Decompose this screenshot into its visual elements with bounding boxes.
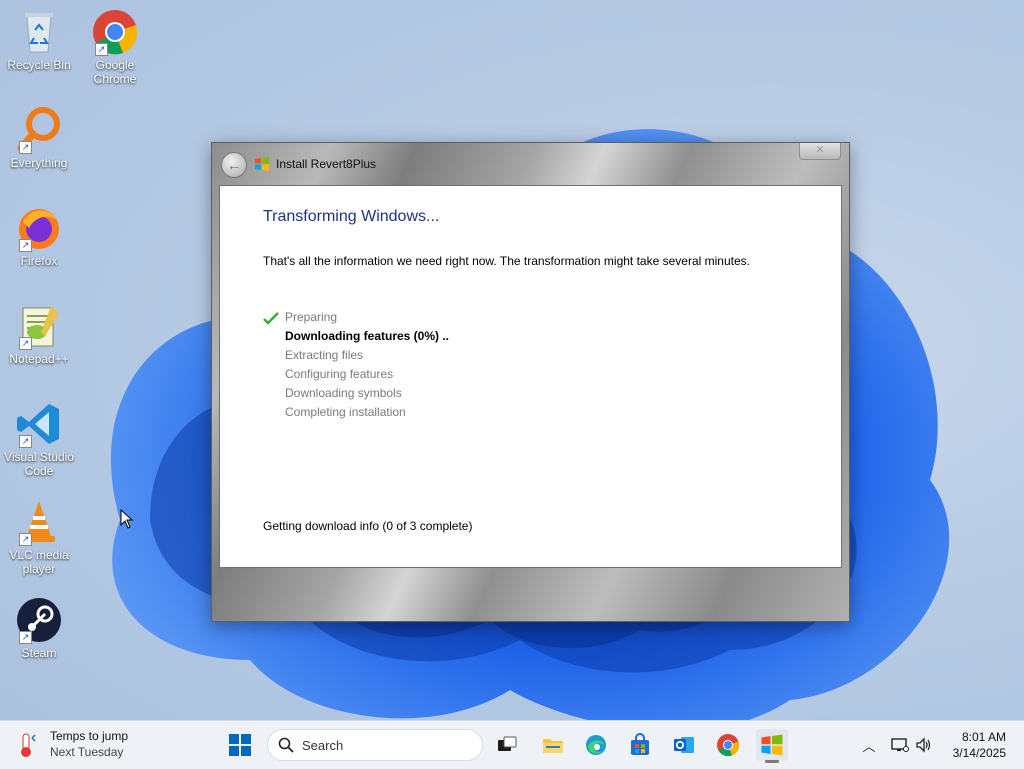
desktop-icon-steam[interactable]: ↗ Steam [2,596,76,660]
progress-steps: Preparing Downloading features (0%) .. E… [263,308,449,422]
clock-date: 3/14/2025 [952,746,1006,760]
task-view-icon [498,736,517,751]
folder-icon [543,739,563,753]
desktop-icon-everything[interactable]: ↗ Everything [2,106,76,170]
step-preparing: Preparing [263,308,449,327]
checkmark-icon [263,312,279,325]
shortcut-arrow-icon: ↗ [19,337,32,350]
mouse-cursor-icon [120,509,134,529]
outlook-button[interactable] [668,729,700,761]
chrome-icon: ↗ [91,8,139,56]
store-icon [631,733,649,755]
info-text: That's all the information we need right… [263,254,750,268]
step-downloading-features: Downloading features (0%) .. [285,329,450,343]
network-icon [891,738,909,752]
shortcut-arrow-icon: ↗ [19,533,32,546]
show-hidden-icons-button[interactable]: ︿ [859,735,879,755]
window-titlebar[interactable]: ← Install Revert8Plus ✕ [212,143,849,185]
network-button[interactable] [890,735,910,755]
desktop-icon-recycle-bin[interactable]: Recycle Bin [2,8,76,72]
step-extracting-files: Extracting files [285,348,364,362]
step-configuring-features: Configuring features [285,367,394,381]
edge-icon [586,735,606,755]
everything-icon: ↗ [15,106,63,154]
page-title: Transforming Windows... [263,208,440,225]
back-arrow-icon: ← [227,157,241,173]
file-explorer-button[interactable] [537,729,569,761]
edge-button[interactable] [580,729,612,761]
installer-taskbar-button[interactable] [756,729,788,763]
desktop-icon-firefox[interactable]: ↗ Firefox [2,204,76,268]
desktop-icon-vscode[interactable]: ↗ Visual Studio Code [2,400,76,478]
desktop-icon-google-chrome[interactable]: ↗ Google Chrome [78,8,152,86]
installer-content: Transforming Windows... That's all the i… [219,185,842,568]
task-view-button[interactable] [491,729,523,761]
search-icon [278,737,294,753]
speaker-icon [916,737,931,753]
windows-flag-icon [255,157,269,171]
status-text: Getting download info (0 of 3 complete) [263,519,473,533]
clock-time: 8:01 AM [961,730,1006,744]
window-title: Install Revert8Plus [276,157,377,171]
installer-window: ← Install Revert8Plus ✕ Transforming Win… [211,142,850,622]
shortcut-arrow-icon: ↗ [95,43,108,56]
close-icon: ✕ [815,144,825,156]
taskbar-clock[interactable]: 8:01 AM 3/14/2025 [953,729,1006,761]
chrome-taskbar-button[interactable] [712,729,744,761]
weather-subline: Next Tuesday [50,745,124,759]
steam-icon: ↗ [15,596,63,644]
shortcut-arrow-icon: ↗ [19,141,32,154]
back-button[interactable]: ← [221,152,247,178]
shortcut-arrow-icon: ↗ [19,631,32,644]
desktop-icon-vlc[interactable]: ↗ VLC media player [2,498,76,576]
recycle-bin-icon [15,8,63,56]
microsoft-store-button[interactable] [624,729,656,761]
taskbar: Temps to jump Next Tuesday Search ︿ 8:01… [0,720,1024,769]
vlc-icon: ↗ [15,498,63,546]
outlook-icon [674,737,694,753]
desktop-icon-notepadpp[interactable]: ↗ Notepad++ [2,302,76,366]
close-button[interactable]: ✕ [799,143,841,160]
shortcut-arrow-icon: ↗ [19,239,32,252]
chevron-up-icon: ︿ [862,738,876,754]
step-completing-installation: Completing installation [285,405,406,419]
notepadpp-icon: ↗ [15,302,63,350]
search-placeholder: Search [302,738,344,753]
thermometer-icon [21,733,36,757]
weather-headline: Temps to jump [50,729,129,743]
start-button[interactable] [224,729,256,761]
windows-flag-icon [761,734,783,756]
vscode-icon: ↗ [15,400,63,448]
taskbar-search[interactable]: Search [267,729,483,761]
firefox-icon: ↗ [15,204,63,252]
windows-logo-icon [229,734,251,756]
shortcut-arrow-icon: ↗ [19,435,32,448]
active-indicator [765,760,779,763]
step-downloading-symbols: Downloading symbols [285,386,402,400]
chrome-icon [717,734,740,757]
volume-button[interactable] [914,735,934,755]
